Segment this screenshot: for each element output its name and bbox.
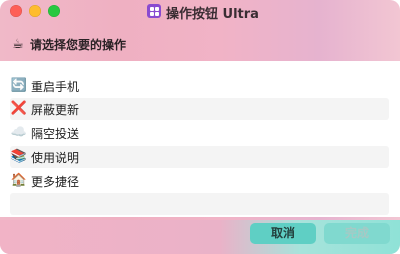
action-item-block-updates[interactable]: ❌ 屏蔽更新 xyxy=(10,98,389,120)
close-window-button[interactable] xyxy=(10,5,22,17)
action-label: 使用说明 xyxy=(31,150,80,165)
shortcut-dialog-window: 操作按钮 Ultra ☕ 请选择您要的操作 🔄 重启手机 ❌ 屏蔽更新 ☁️ 隔… xyxy=(0,0,400,254)
app-grid-icon xyxy=(147,4,161,18)
cross-mark-icon: ❌ xyxy=(10,101,28,116)
action-item-more-shortcuts[interactable]: 🏠 更多捷径 xyxy=(10,170,389,192)
empty-list-row xyxy=(10,193,389,215)
coffee-icon: ☕ xyxy=(12,36,24,52)
action-label: 屏蔽更新 xyxy=(31,102,80,117)
dialog-footer: 取消 完成 xyxy=(0,220,400,254)
action-item-airdrop[interactable]: ☁️ 隔空投送 xyxy=(10,122,389,144)
books-icon: 📚 xyxy=(10,149,28,164)
window-title: 操作按钮 Ultra xyxy=(166,7,259,22)
action-label: 隔空投送 xyxy=(31,126,80,141)
prompt-header: ☕ 请选择您要的操作 xyxy=(10,34,126,54)
action-label: 重启手机 xyxy=(31,79,80,94)
restart-icon: 🔄 xyxy=(10,78,28,93)
minimize-window-button[interactable] xyxy=(29,5,41,17)
zoom-window-button[interactable] xyxy=(48,5,60,17)
action-item-restart[interactable]: 🔄 重启手机 xyxy=(10,75,389,97)
action-item-instructions[interactable]: 📚 使用说明 xyxy=(10,146,389,168)
action-list: 🔄 重启手机 ❌ 屏蔽更新 ☁️ 隔空投送 📚 使用说明 🏠 更多捷径 xyxy=(0,61,400,217)
action-label: 更多捷径 xyxy=(31,174,80,189)
prompt-text: 请选择您要的操作 xyxy=(30,37,127,52)
house-icon: 🏠 xyxy=(10,173,28,188)
title-bar: 操作按钮 Ultra xyxy=(0,0,400,24)
done-button[interactable]: 完成 xyxy=(324,223,390,244)
cancel-button[interactable]: 取消 xyxy=(250,223,316,244)
cloud-icon: ☁️ xyxy=(10,125,28,140)
